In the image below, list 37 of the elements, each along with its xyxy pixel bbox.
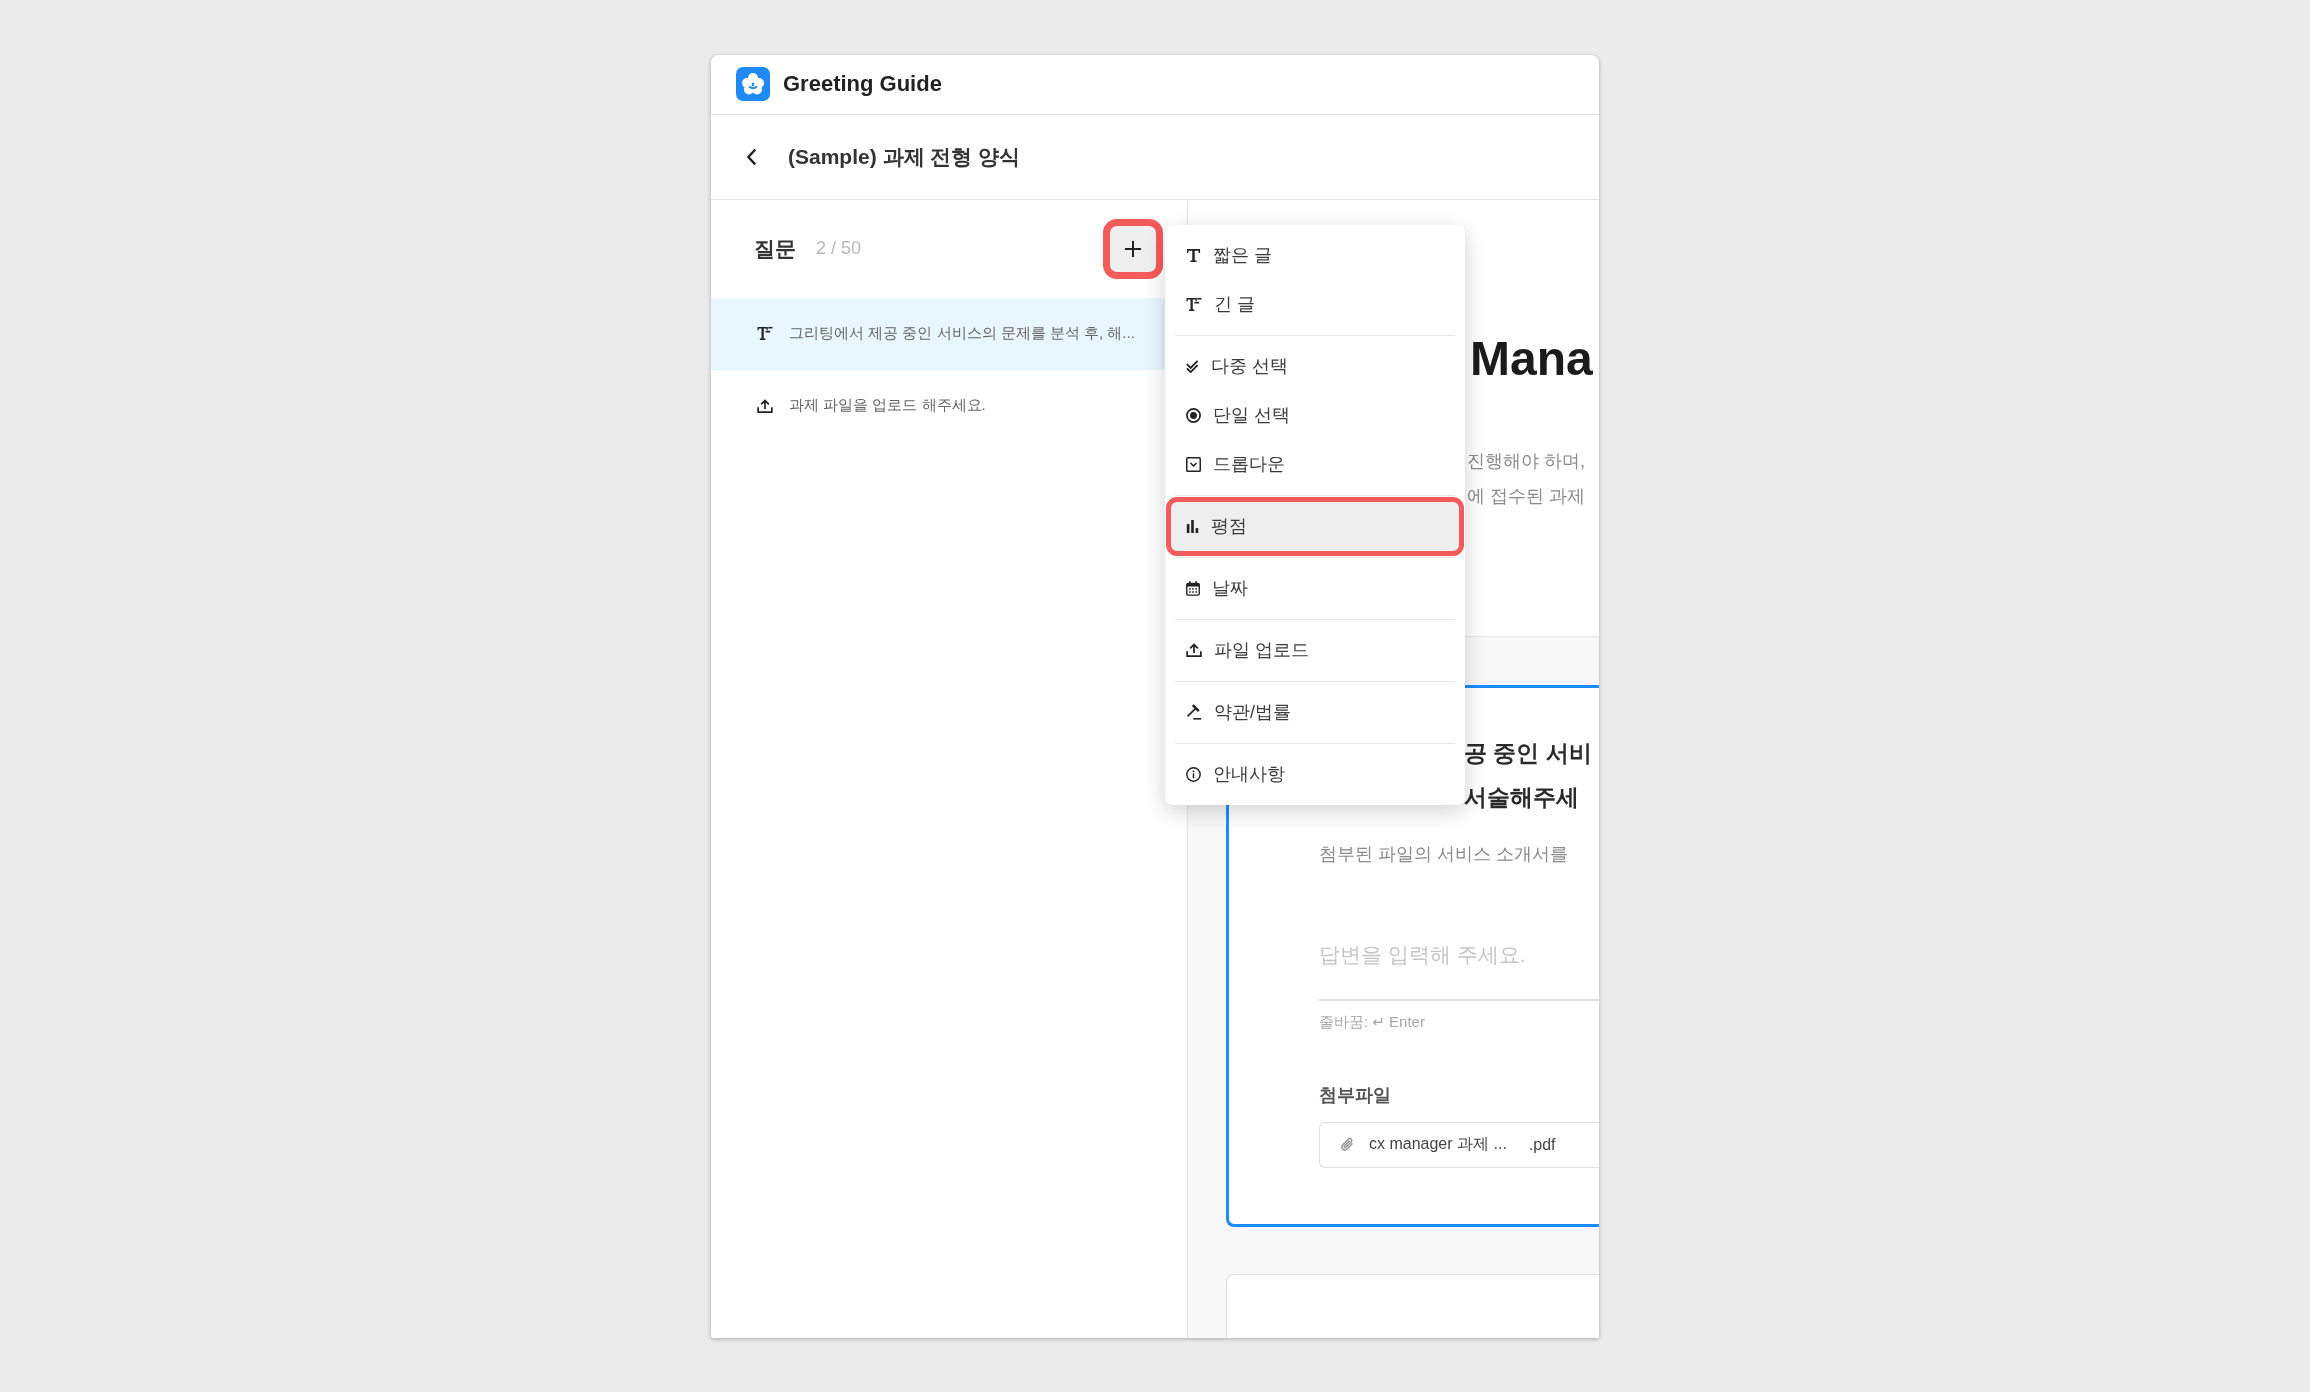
upload-icon: [757, 398, 773, 413]
info-icon: [1186, 766, 1201, 782]
menu-item[interactable]: 짧은 글: [1171, 230, 1459, 280]
double-check-icon: [1186, 359, 1199, 373]
calendar-icon: [1186, 580, 1200, 596]
logo-icon: [736, 67, 770, 101]
menu-item[interactable]: 약관/법률: [1171, 687, 1459, 737]
panel-title: 질문: [754, 235, 796, 262]
text-lines-icon: [1186, 296, 1202, 312]
plus-icon: [1124, 239, 1142, 258]
form-title: Mana: [1470, 330, 1593, 387]
attachment-chip[interactable]: cx manager 과제 ... .pdf: [1319, 1121, 1599, 1168]
menu-item[interactable]: 날짜: [1171, 563, 1459, 613]
question-count: 2 / 50: [816, 238, 862, 259]
radio-icon: [1186, 407, 1201, 423]
answer-field[interactable]: 답변을 입력해 주세요.: [1319, 924, 1599, 1001]
menu-item[interactable]: 드롭다운: [1171, 439, 1459, 489]
attachments-label: 첨부파일: [1319, 1083, 1391, 1107]
app-name: Greeting Guide: [783, 71, 942, 97]
chevron-square-icon: [1186, 456, 1201, 472]
form-description: 진행해야 하며, 에 접수된 과제: [1467, 449, 1585, 508]
menu-item[interactable]: 파일 업로드: [1171, 625, 1459, 675]
text-icon: [1186, 247, 1201, 263]
file-name: cx manager 과제 ...: [1369, 1134, 1507, 1154]
question-description: 첨부된 파일의 서비스 소개서를: [1319, 842, 1568, 866]
paperclip-icon: [1340, 1136, 1355, 1153]
text-lines-icon: [757, 326, 773, 341]
menu-item[interactable]: 안내사항: [1171, 749, 1459, 799]
chevron-left-icon: [746, 147, 757, 166]
bar-chart-icon: [1186, 519, 1199, 533]
page-title: (Sample) 과제 전형 양식: [788, 143, 1021, 170]
upload-icon: [1186, 643, 1202, 657]
hint-text: 줄바꿈: ↵ Enter: [1319, 1011, 1425, 1032]
question-title: 공 중인 서비 서술해주세: [1464, 738, 1592, 812]
back-button[interactable]: [746, 147, 757, 166]
gavel-icon: [1186, 704, 1202, 720]
file-extension: .pdf: [1528, 1135, 1556, 1154]
